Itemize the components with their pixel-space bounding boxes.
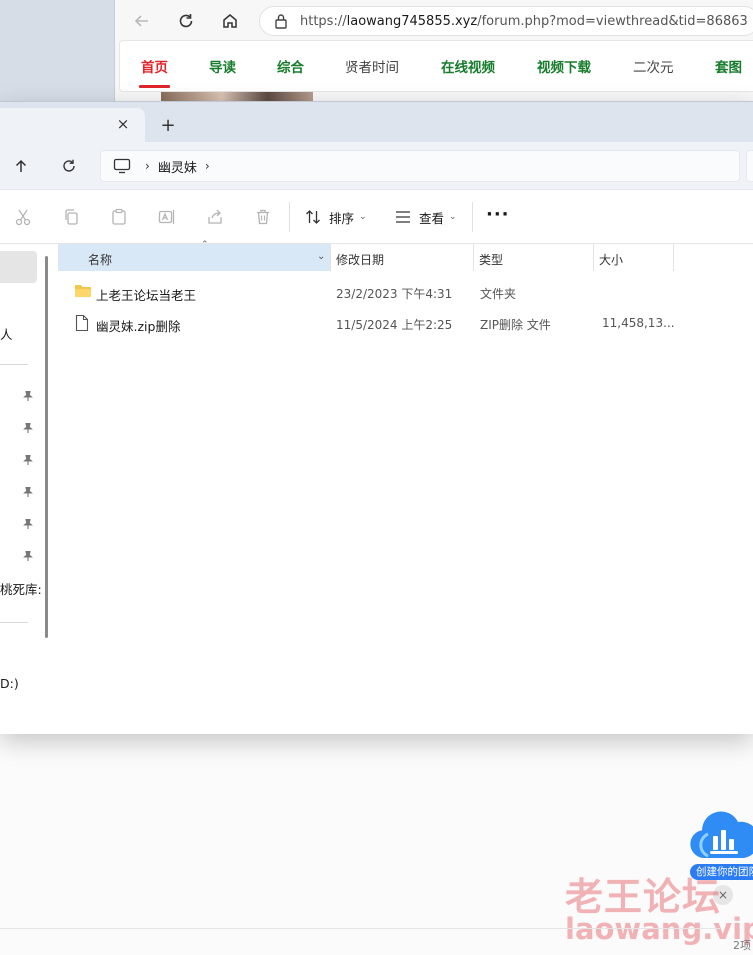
- chevron-right-icon[interactable]: ›: [145, 159, 150, 173]
- cloud-chart-icon: [690, 811, 753, 858]
- column-divider[interactable]: [673, 244, 674, 271]
- new-tab-button[interactable]: +: [157, 115, 179, 137]
- window-bottom-edge: [0, 714, 753, 734]
- forum-nav: 首页 导读 综合 贤者时间 在线视频 视频下载 二次元 套图: [119, 40, 753, 92]
- file-modified: 11/5/2024 上午2:25: [336, 318, 453, 332]
- computer-icon: [113, 158, 131, 174]
- column-header-name[interactable]: ⌃ 名称 ⌄: [58, 240, 330, 271]
- url-bar[interactable]: https://laowang745855.xyz/forum.php?mod=…: [259, 6, 753, 36]
- nav-divider: [0, 364, 28, 365]
- file-name: 上老王论坛当老王: [96, 288, 197, 303]
- file-list: ⌃ 名称 ⌄ 修改日期 类型 大小 上老王论坛当老王 23/2/2023 下午4…: [58, 240, 753, 714]
- nav-item-selected[interactable]: [0, 251, 37, 283]
- column-header-size[interactable]: 大小: [599, 251, 623, 268]
- column-divider[interactable]: [473, 244, 474, 271]
- toolbar-divider: [472, 202, 473, 232]
- column-divider[interactable]: [593, 244, 594, 271]
- url-host: laowang745855.xyz: [346, 13, 478, 29]
- file-type: 文件夹: [480, 287, 517, 301]
- sort-label: 排序: [329, 210, 355, 226]
- nav-item-library[interactable]: 桃死库:: [0, 579, 42, 598]
- folder-icon: [75, 285, 91, 297]
- pin-icon: [23, 518, 33, 529]
- pin-icon: [23, 390, 33, 401]
- tab-close-button[interactable]: ×: [113, 114, 133, 134]
- explorer-tab-bar: × +: [0, 102, 753, 142]
- address-row: https://laowang745855.xyz/forum.php?mod=…: [115, 0, 753, 42]
- chevron-right-icon[interactable]: ›: [205, 159, 210, 173]
- forum-tab-sage-time[interactable]: 贤者时间: [345, 56, 399, 76]
- forum-tab-photo-sets[interactable]: 套图: [715, 56, 742, 76]
- nav-divider: [0, 622, 28, 623]
- nav-item-drive-d[interactable]: D:): [0, 676, 19, 691]
- file-row[interactable]: 幽灵妹.zip删除 11/5/2024 上午2:25 ZIP删除 文件 11,4…: [58, 309, 698, 337]
- item-count: 2项: [733, 939, 751, 952]
- forum-tab-acg[interactable]: 二次元: [633, 56, 674, 76]
- chevron-down-icon: ⌄: [359, 212, 367, 222]
- home-icon: [223, 14, 237, 28]
- file-explorer-window: × + › 幽灵妹 › 排序 ⌄ 查看 ⌄ ··· 人 桃死库: D:) ⌃ 名…: [0, 101, 753, 734]
- status-divider: [0, 928, 720, 929]
- view-label: 查看: [419, 210, 445, 226]
- search-box[interactable]: [746, 150, 753, 182]
- cut-icon[interactable]: [13, 207, 33, 227]
- command-bar: 排序 ⌄ 查看 ⌄ ···: [0, 190, 753, 244]
- sort-ascending-icon: ⌃: [201, 240, 209, 250]
- chevron-down-icon[interactable]: ⌄: [317, 251, 325, 262]
- desktop-background: [0, 0, 114, 102]
- back-button[interactable]: [129, 8, 155, 34]
- lock-icon: [275, 14, 287, 29]
- rename-icon[interactable]: [157, 207, 177, 227]
- up-button[interactable]: [10, 155, 32, 177]
- refresh-folder-button[interactable]: [58, 155, 80, 177]
- file-size: 11,458,13...: [602, 316, 675, 330]
- toolbar-divider: [289, 202, 290, 232]
- share-icon[interactable]: [205, 207, 225, 227]
- paste-icon[interactable]: [109, 207, 129, 227]
- file-type: ZIP删除 文件: [480, 318, 551, 332]
- forum-tab-guide[interactable]: 导读: [209, 56, 236, 76]
- arrow-up-icon: [15, 159, 27, 172]
- url-path: /forum.php?mod=viewthread&tid=86863: [477, 13, 748, 29]
- address-pathbar: › 幽灵妹 ›: [0, 142, 753, 190]
- copy-icon[interactable]: [61, 207, 81, 227]
- refresh-icon: [63, 159, 75, 172]
- sort-button[interactable]: 排序 ⌄: [305, 205, 367, 229]
- file-modified: 23/2/2023 下午4:31: [336, 287, 453, 301]
- document-icon: [75, 314, 89, 332]
- url-scheme: https://: [300, 13, 347, 29]
- nav-item-personal[interactable]: 人: [0, 324, 13, 343]
- watermark-url: laowang.vip: [565, 912, 753, 946]
- nav-scrollbar[interactable]: [45, 256, 48, 638]
- delete-icon[interactable]: [253, 207, 273, 227]
- refresh-button[interactable]: [173, 8, 199, 34]
- file-row[interactable]: 上老王论坛当老王 23/2/2023 下午4:31 文件夹: [58, 278, 698, 306]
- file-name: 幽灵妹.zip删除: [96, 319, 181, 334]
- back-arrow-icon: [134, 15, 148, 27]
- more-options-button[interactable]: ···: [486, 204, 510, 225]
- forum-tab-home[interactable]: 首页: [139, 56, 170, 88]
- pin-icon: [23, 486, 33, 497]
- sort-icon: [305, 209, 321, 225]
- home-button[interactable]: [217, 8, 243, 34]
- explorer-tab[interactable]: ×: [0, 108, 145, 142]
- browser-window: https://laowang745855.xyz/forum.php?mod=…: [114, 0, 753, 102]
- forum-tab-online-video[interactable]: 在线视频: [441, 56, 495, 76]
- forum-tab-video-download[interactable]: 视频下载: [537, 56, 591, 76]
- chevron-down-icon: ⌄: [449, 212, 457, 222]
- navigation-pane: 人 桃死库: D:): [0, 244, 56, 714]
- pin-icon: [23, 422, 33, 433]
- view-list-icon: [395, 210, 411, 224]
- forum-tab-general[interactable]: 综合: [277, 56, 304, 76]
- view-button[interactable]: 查看 ⌄: [395, 205, 457, 229]
- breadcrumb[interactable]: › 幽灵妹 ›: [100, 150, 740, 182]
- refresh-icon: [179, 14, 193, 28]
- column-divider[interactable]: [330, 244, 331, 271]
- pin-icon: [23, 454, 33, 465]
- column-header-type[interactable]: 类型: [479, 251, 503, 268]
- column-name-label: 名称: [88, 253, 113, 267]
- pin-icon: [23, 550, 33, 561]
- breadcrumb-folder[interactable]: 幽灵妹: [158, 157, 197, 176]
- column-header-modified[interactable]: 修改日期: [336, 251, 384, 268]
